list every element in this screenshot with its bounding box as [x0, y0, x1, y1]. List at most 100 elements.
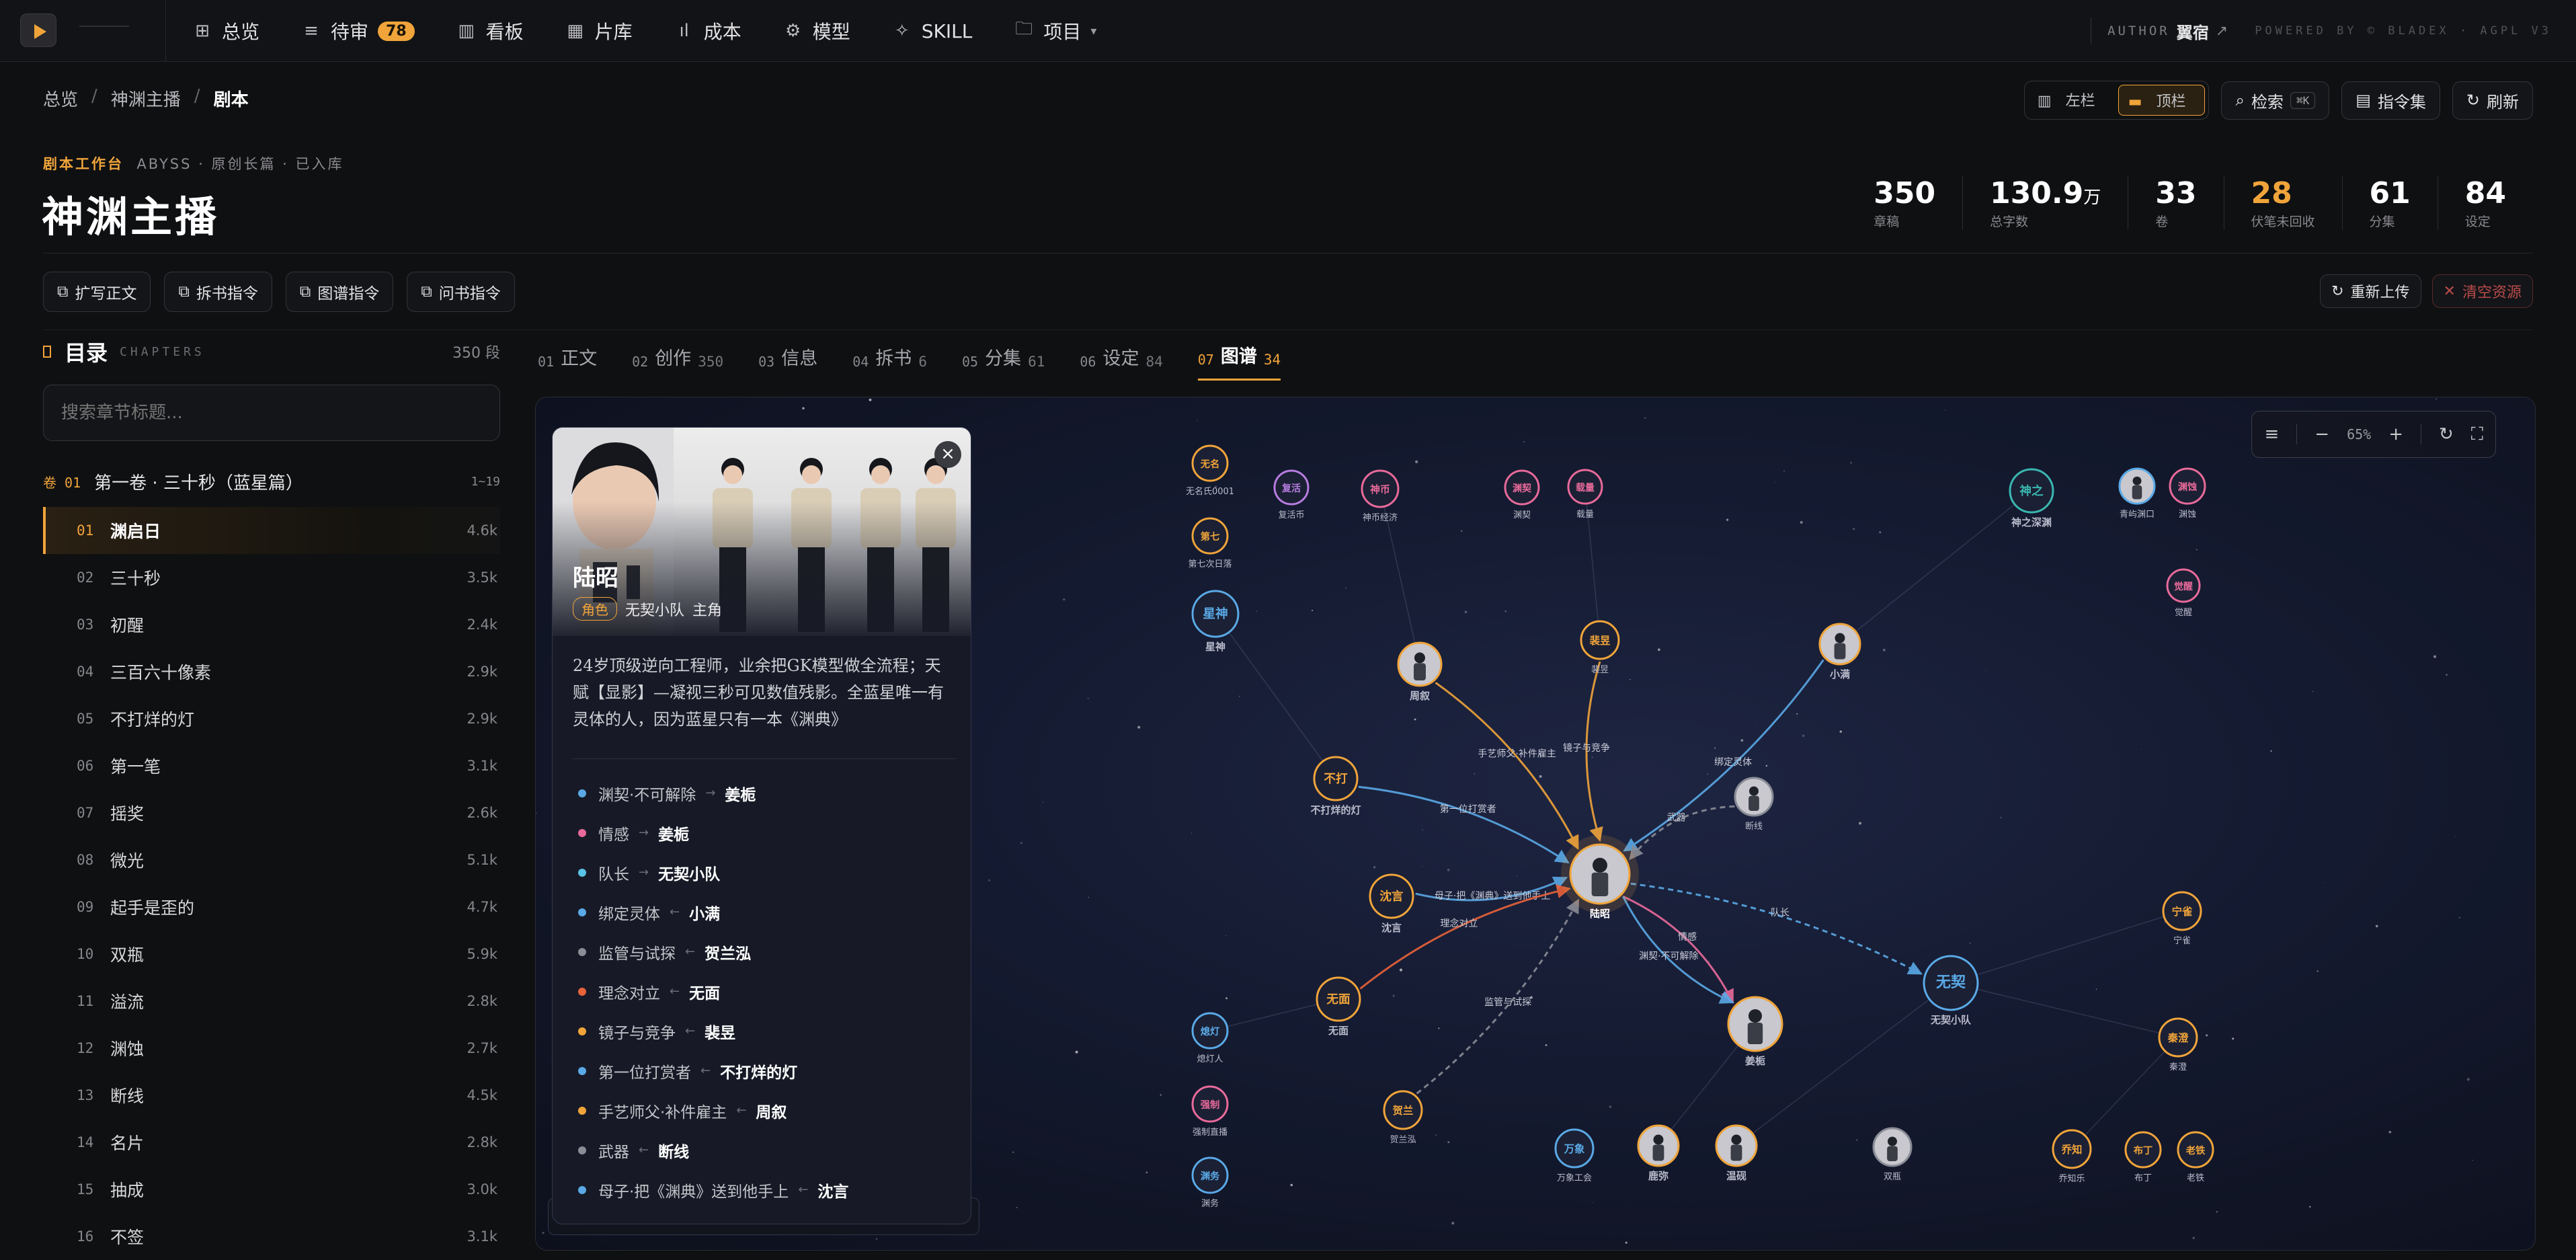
relation-item[interactable]: 监管与试探 ← 贺兰泓 [578, 932, 961, 972]
relation-item[interactable]: 队长 → 无契小队 [578, 853, 961, 892]
graph-node-dx[interactable]: 断线 [1734, 777, 1774, 832]
graph-node-d7[interactable]: 第七第七次日落 [1188, 517, 1232, 569]
nav-item-3[interactable]: ▦ 片库 [565, 17, 632, 44]
chapter-search-input[interactable] [43, 385, 500, 441]
chapter-item[interactable]: 09 起手是歪的 4.7k [43, 883, 500, 931]
relation-item[interactable]: 手艺师父·补件雇主 ← 周叙 [578, 1091, 961, 1130]
nav-item-1[interactable]: ≡ 待审 78 [301, 17, 415, 44]
chapter-item[interactable]: 12 渊蚀 2.7k [43, 1025, 500, 1072]
relation-item[interactable]: 第一位打赏者 ← 不打烊的灯 [578, 1051, 961, 1091]
graph-node-lm[interactable]: 鹿弥 [1637, 1124, 1680, 1182]
tab-03[interactable]: 03 信息 [758, 336, 817, 381]
chapter-item[interactable]: 05 不打烊的灯 2.9k [43, 695, 500, 742]
close-card-button[interactable]: × [934, 441, 961, 468]
chapter-item[interactable]: 11 溢流 2.8k [43, 978, 500, 1025]
zoom-in-icon[interactable]: + [2388, 424, 2403, 444]
graph-node-qmyk[interactable]: 青屿渊口 [2118, 467, 2156, 520]
action-button-2[interactable]: ⧉ 图谱指令 [285, 272, 394, 312]
graph-node-qzl[interactable]: 乔知乔知乐 [2052, 1129, 2092, 1184]
graph-node-nq[interactable]: 宁雀宁雀 [2162, 891, 2202, 946]
relation-graph[interactable]: 手艺师父·补件雇主 镜子与竞争 绑定灵体 武器 第一位打赏者 母子·把《渊典》送到他手上理… [535, 397, 2536, 1251]
chapter-item[interactable]: 10 双瓶 5.9k [43, 931, 500, 978]
author-name[interactable]: 翼宿 [2177, 19, 2209, 43]
action-button-3[interactable]: ⧉ 问书指令 [407, 272, 515, 312]
graph-node-bd2[interactable]: 布丁布丁 [2124, 1131, 2162, 1183]
graph-node-py[interactable]: 裴昱裴昱 [1580, 620, 1620, 675]
commands-button[interactable]: ▤ 指令集 [2341, 81, 2440, 120]
graph-node-hl[interactable]: 贺兰贺兰泓 [1383, 1090, 1423, 1145]
relation-edge[interactable] [1435, 682, 1579, 850]
refresh-button[interactable]: ↻ 刷新 [2452, 81, 2533, 120]
relation-item[interactable]: 镜子与竞争 ← 裴昱 [578, 1011, 961, 1051]
graph-node-sbj[interactable]: 神币神币经济 [1361, 469, 1400, 523]
graph-node-lt[interactable]: 老铁老铁 [2177, 1131, 2214, 1183]
graph-node-wm[interactable]: 无面无面 [1316, 976, 1361, 1037]
volume-header[interactable]: 卷 01 第一卷 · 三十秒（蓝星篇） 1~19 [43, 469, 500, 494]
relation-item[interactable]: 理念对立 ← 无面 [578, 972, 961, 1011]
play-logo-icon[interactable] [20, 13, 56, 47]
chapter-item[interactable]: 13 断线 4.5k [43, 1072, 500, 1119]
graph-node-zs[interactable]: 周叙 [1397, 641, 1443, 702]
tab-07[interactable]: 07 图谱 34 [1197, 336, 1281, 381]
graph-node-qzzb[interactable]: 强制强制直播 [1191, 1085, 1229, 1138]
graph-node-xm[interactable]: 小满 [1818, 623, 1861, 680]
nav-item-0[interactable]: ⊞ 总览 [192, 17, 259, 44]
layout-left-option[interactable]: ▥ 左栏 [2028, 85, 2114, 116]
relation-item[interactable]: 母子·把《渊典》送到他手上 ← 沈言 [578, 1170, 961, 1210]
graph-node-yw[interactable]: 渊务渊务 [1191, 1156, 1229, 1209]
tab-02[interactable]: 02 创作 350 [632, 336, 723, 381]
graph-node-wm1[interactable]: 无名无名氏0001 [1186, 444, 1234, 497]
tab-04[interactable]: 04 拆书 6 [852, 336, 927, 381]
chapter-item[interactable]: 04 三百六十像素 2.9k [43, 648, 500, 695]
relation-edge[interactable] [1623, 659, 1824, 852]
action-button-0[interactable]: ⧉ 扩写正文 [43, 272, 151, 312]
graph-node-fhb[interactable]: 复活复活币 [1273, 469, 1310, 520]
chapter-item[interactable]: 02 三十秒 3.5k [43, 554, 500, 601]
chapter-item[interactable]: 06 第一笔 3.1k [43, 742, 500, 789]
graph-node-qc[interactable]: 秦澄秦澄 [2158, 1017, 2198, 1072]
graph-node-jz[interactable]: 姜栀 [1727, 996, 1783, 1067]
graph-node-szsy[interactable]: 神之神之深渊 [2009, 468, 2054, 528]
relation-item[interactable]: 绑定灵体 ← 小满 [578, 892, 961, 932]
graph-node-wq[interactable]: 无契无契小队 [1923, 955, 1979, 1026]
graph-node-wxgh[interactable]: 万象万象工会 [1554, 1128, 1595, 1183]
nav-item-4[interactable]: ıl 成本 [674, 17, 741, 44]
graph-node-xs[interactable]: 星神星神 [1191, 590, 1240, 653]
chapter-item[interactable]: 15 抽成 3.0k [43, 1166, 500, 1213]
graph-node-yq[interactable]: 渊契渊契 [1504, 469, 1540, 520]
chapter-item[interactable]: 03 初醒 2.4k [43, 601, 500, 648]
zoom-out-icon[interactable]: − [2315, 424, 2329, 444]
graph-menu-icon[interactable]: ≡ [2264, 424, 2279, 444]
graph-node-zl[interactable]: 载量载量 [1567, 469, 1603, 520]
search-button[interactable]: ⌕ 检索 ⌘K [2221, 81, 2330, 120]
nav-item-2[interactable]: ▥ 看板 [456, 17, 523, 44]
reupload-button[interactable]: ↻ 重新上传 [2320, 274, 2421, 308]
graph-node-jx[interactable]: 觉醒觉醒 [2166, 568, 2201, 618]
relation-item[interactable]: 武器 ← 断线 [578, 1130, 961, 1170]
tab-01[interactable]: 01 正文 [538, 336, 597, 381]
nav-item-5[interactable]: ⚙ 模型 [783, 17, 850, 44]
nav-item-6[interactable]: ✧ SKILL [892, 20, 973, 42]
chapter-item[interactable]: 08 微光 5.1k [43, 836, 500, 883]
breadcrumb-overview[interactable]: 总览 [43, 86, 78, 111]
relation-item[interactable]: 情感 → 姜栀 [578, 813, 961, 853]
graph-reset-icon[interactable]: ↻ [2439, 424, 2454, 444]
nav-item-7[interactable]: 🗀 项目 ▾ [1014, 16, 1096, 46]
relation-edge[interactable] [1358, 785, 1570, 864]
edit-author-icon[interactable]: ↗ [2216, 23, 2228, 40]
graph-node-ys[interactable]: 渊蚀渊蚀 [2169, 467, 2206, 520]
tab-06[interactable]: 06 设定 84 [1080, 336, 1162, 381]
relation-item[interactable]: 渊契·不可解除 → 姜栀 [578, 773, 961, 813]
graph-node-lz[interactable]: 陆昭 [1561, 835, 1639, 920]
graph-node-sy[interactable]: 沈言沈言 [1369, 873, 1414, 934]
chapter-item[interactable]: 14 名片 2.8k [43, 1119, 500, 1166]
tab-05[interactable]: 05 分集 61 [962, 336, 1045, 381]
clear-resources-button[interactable]: ✕ 清空资源 [2431, 274, 2533, 308]
chapter-item[interactable]: 07 摇奖 2.6k [43, 789, 500, 836]
layout-top-option[interactable]: ▬ 顶栏 [2118, 85, 2206, 116]
relation-edge[interactable] [1622, 895, 1734, 1004]
fullscreen-icon[interactable]: ⛶ [2471, 424, 2483, 445]
action-button-1[interactable]: ⧉ 拆书指令 [164, 272, 272, 312]
graph-node-ddr[interactable]: 熄灯熄灯人 [1191, 1012, 1229, 1064]
graph-node-sp[interactable]: 双瓶 [1872, 1127, 1913, 1182]
